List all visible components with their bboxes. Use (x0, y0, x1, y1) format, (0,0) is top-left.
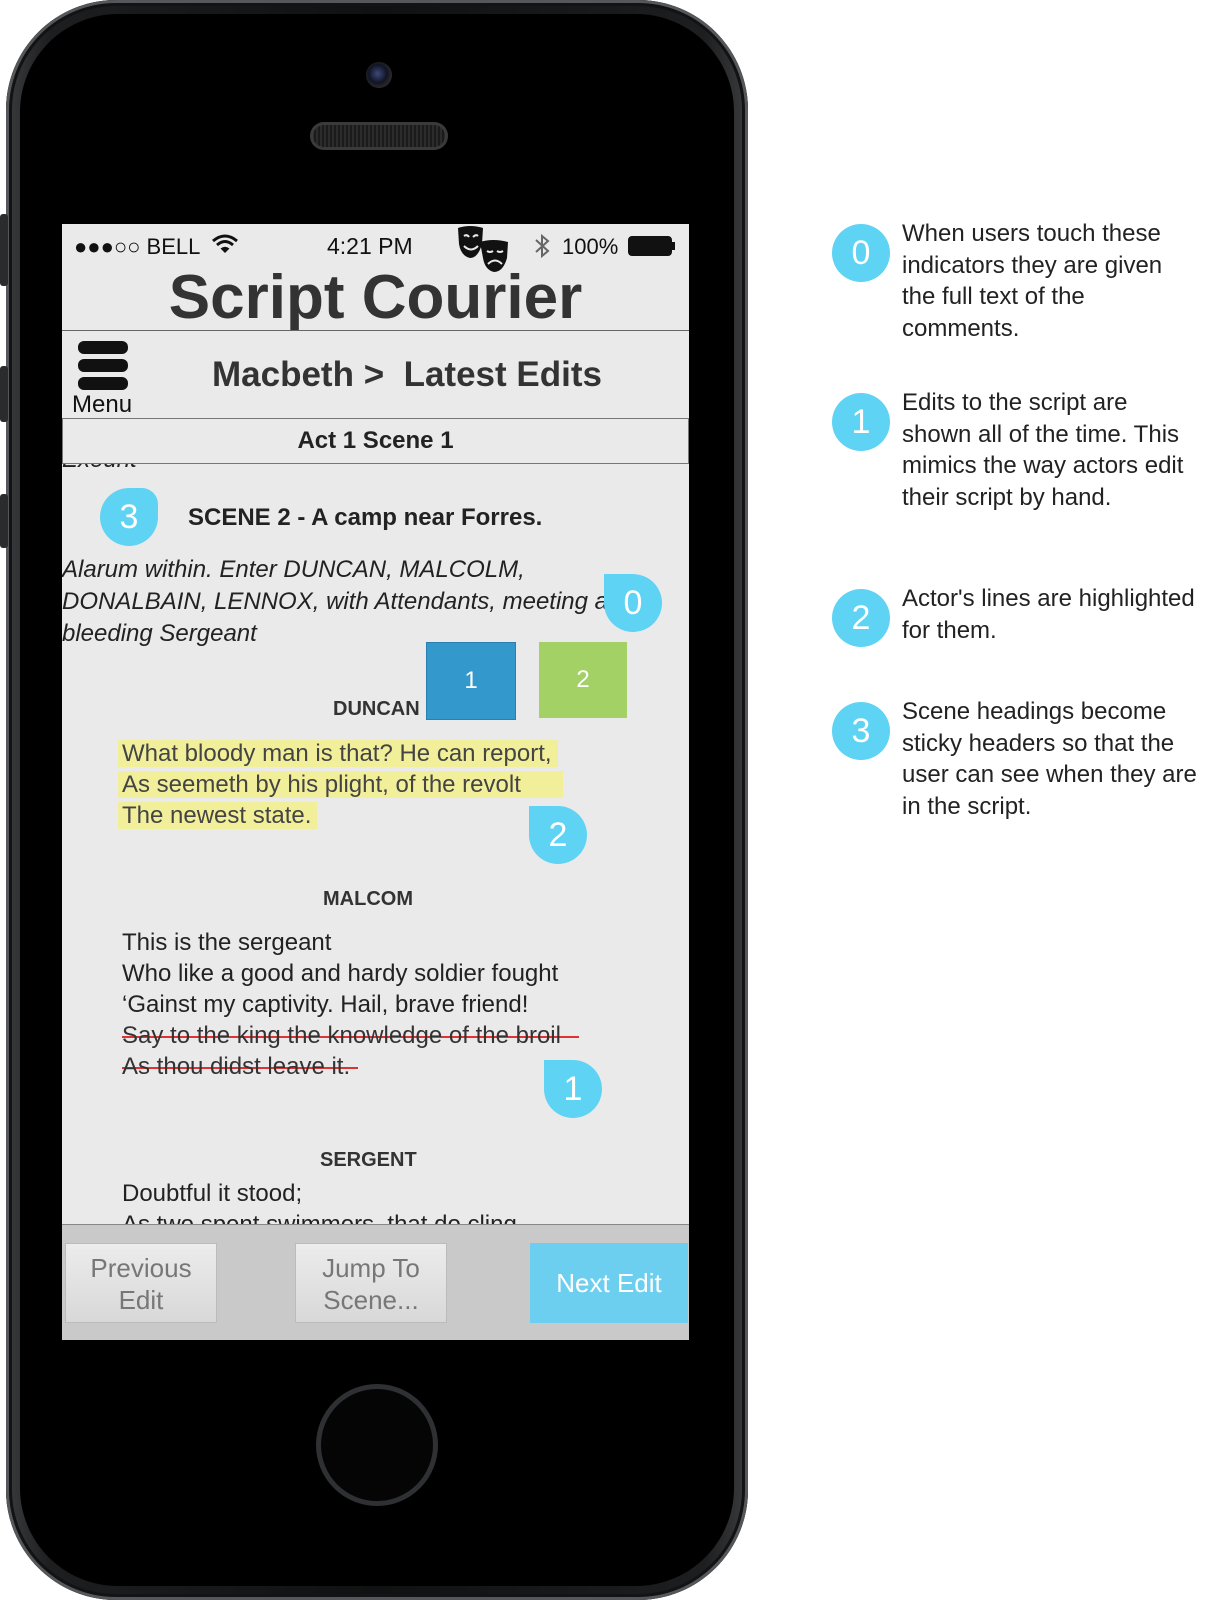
character-name: MALCOM (323, 888, 413, 910)
menu-label: Menu (72, 391, 133, 418)
character-name: SERGENT (320, 1149, 417, 1171)
annotation-number: 1 (832, 393, 890, 451)
annotation-text: Scene headings become sticky headers so … (902, 698, 1197, 820)
clock: 4:21 PM (327, 233, 413, 259)
carrier-label: ●●●○○ BELL (74, 234, 201, 259)
struck-line: As thou didst leave it. (122, 1053, 359, 1080)
menu-button[interactable]: Menu (72, 339, 138, 418)
scene-heading: SCENE 2 - A camp near Forres. (188, 504, 543, 531)
heading-indicator[interactable]: 3 (100, 488, 158, 546)
hamburger-icon (78, 341, 128, 354)
script-line: As two spent swimmers, that do cling (122, 1209, 517, 1224)
volume-up-button (0, 366, 8, 422)
annotation-number: 2 (832, 589, 890, 647)
tag-box-1[interactable]: 1 (426, 642, 516, 720)
highlighted-line: What bloody man is that? He can report, (118, 740, 558, 767)
breadcrumb: Macbeth > Latest Edits (212, 355, 602, 394)
stage-direction: Alarum within. Enter DUNCAN, MALCOLM, DO… (62, 556, 609, 647)
annotation-text: Edits to the script are shown all of the… (902, 389, 1184, 511)
struck-line: Say to the king the knowledge of the bro… (122, 1022, 579, 1049)
battery-percentage: 100% (562, 234, 619, 259)
annotation-number: 3 (832, 702, 890, 760)
edit-indicator[interactable]: 1 (544, 1060, 602, 1118)
sticky-scene-header: Act 1 Scene 1 (62, 418, 689, 464)
next-edit-button[interactable]: Next Edit (530, 1243, 688, 1323)
annotation-text: Actor's lines are highlighted for them. (902, 585, 1195, 644)
speaker-grille (310, 122, 448, 150)
wifi-icon (212, 234, 238, 253)
bottom-toolbar: Previous Edit Jump To Scene... Next Edit (62, 1224, 689, 1340)
bluetooth-icon (535, 234, 550, 258)
status-bar: ●●●○○ BELL 4:21 PM 100% (62, 224, 689, 272)
phone-screen: ●●●○○ BELL 4:21 PM 100% Script Courier M… (62, 224, 689, 1340)
speech-sergent: Doubtful it stood; As two spent swimmers… (122, 1178, 517, 1224)
script-line: Doubtful it stood; (122, 1180, 303, 1207)
nav-bar: Menu Macbeth > Latest Edits (62, 330, 689, 419)
speech-duncan: What bloody man is that? He can report, … (118, 738, 563, 831)
script-line: This is the sergeant (122, 929, 332, 956)
jump-to-scene-button[interactable]: Jump To Scene... (295, 1243, 447, 1323)
tag-box-2[interactable]: 2 (539, 642, 627, 718)
character-name: DUNCAN (333, 698, 420, 720)
speech-malcom: This is the sergeant Who like a good and… (122, 927, 579, 1082)
mute-switch (0, 214, 8, 286)
annotation-text: When users touch these indicators they a… (902, 220, 1163, 342)
script-line: Who like a good and hardy soldier fought (122, 960, 559, 987)
battery-icon (628, 236, 675, 256)
script-line: ‘Gainst my captivity. Hail, brave friend… (122, 991, 529, 1018)
home-button[interactable] (316, 1384, 438, 1506)
script-view[interactable]: Exeunt 3 SCENE 2 - A camp near Forres. A… (62, 464, 689, 1224)
annotation-number: 0 (832, 224, 890, 282)
highlight-indicator[interactable]: 2 (529, 806, 587, 864)
comment-indicator[interactable]: 0 (604, 574, 662, 632)
stage-exit: Exeunt (62, 464, 137, 474)
app-title: Script Courier (168, 263, 583, 332)
highlighted-line: As seemeth by his plight, of the revolt (118, 771, 563, 798)
volume-down-button (0, 494, 8, 548)
previous-edit-button[interactable]: Previous Edit (65, 1243, 217, 1323)
camera-icon (366, 62, 392, 88)
highlighted-line: The newest state. (118, 802, 318, 829)
